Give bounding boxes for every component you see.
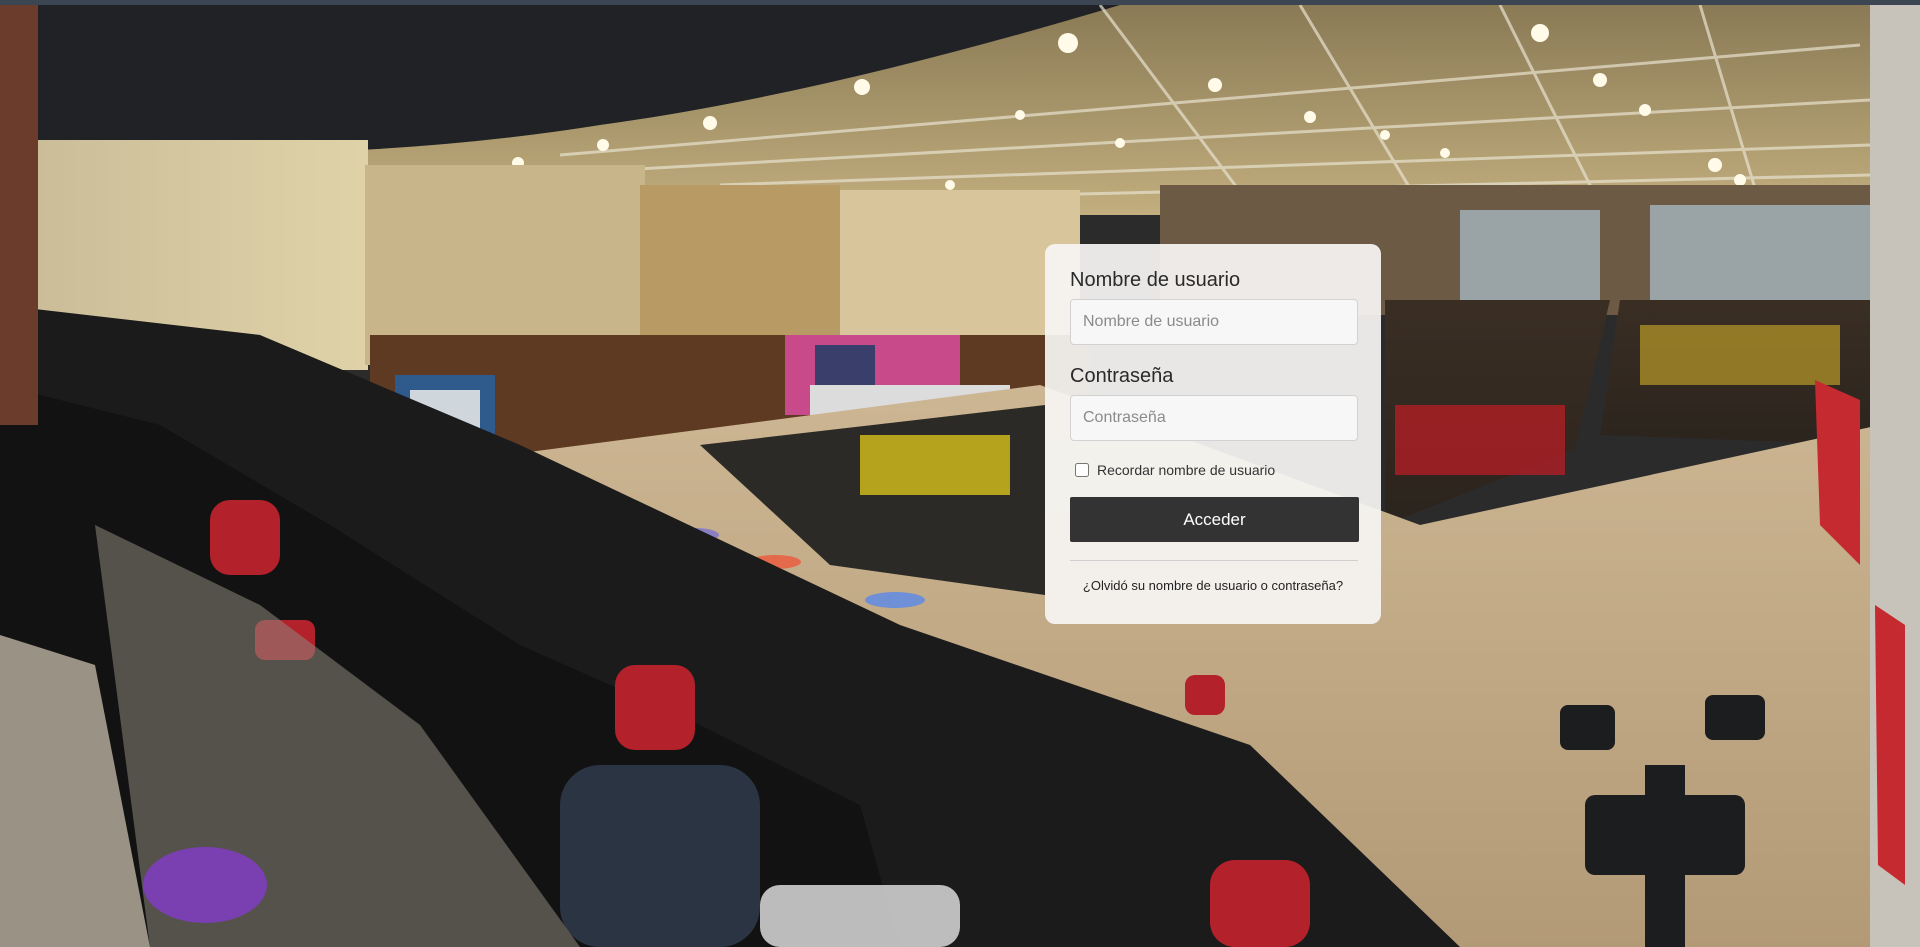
login-button[interactable]: Acceder — [1070, 497, 1359, 542]
divider — [1070, 560, 1358, 561]
top-bar — [0, 0, 1920, 5]
remember-row: Recordar nombre de usuario — [1070, 461, 1356, 479]
username-label: Nombre de usuario — [1070, 269, 1241, 291]
password-input[interactable] — [1070, 395, 1358, 441]
remember-label[interactable]: Recordar nombre de usuario — [1097, 462, 1275, 478]
remember-checkbox[interactable] — [1075, 463, 1089, 477]
background-photo — [0, 5, 1920, 947]
forgot-credentials-link[interactable]: ¿Olvidó su nombre de usuario o contraseñ… — [1070, 578, 1356, 593]
login-card: Nombre de usuario Contraseña Recordar no… — [1045, 244, 1381, 624]
password-label: Contraseña — [1070, 365, 1174, 387]
username-input[interactable] — [1070, 299, 1358, 345]
